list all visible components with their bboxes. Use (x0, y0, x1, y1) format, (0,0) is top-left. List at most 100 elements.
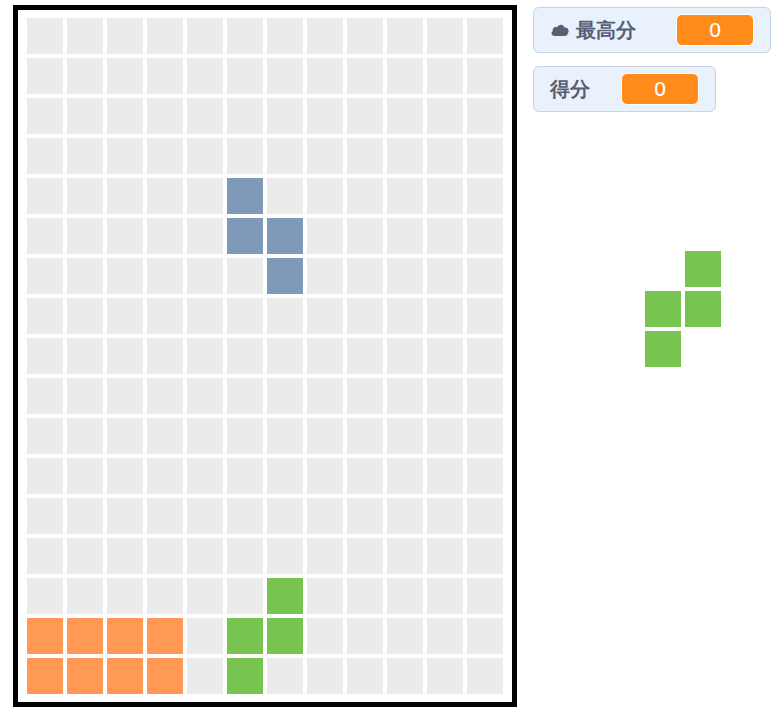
board-cell (187, 18, 223, 54)
board-cell (427, 18, 463, 54)
board-cell (187, 258, 223, 294)
board-cell (147, 98, 183, 134)
board-cell (347, 18, 383, 54)
board-cell (67, 18, 103, 54)
board-cell (187, 298, 223, 334)
board-cell (307, 178, 343, 214)
board-cell (427, 378, 463, 414)
block (67, 618, 103, 654)
board-cell (227, 498, 263, 534)
board-cell (467, 18, 503, 54)
board-cell (467, 98, 503, 134)
game-board (13, 5, 517, 707)
board-cell (147, 498, 183, 534)
board-cell (227, 418, 263, 454)
board-cell (467, 418, 503, 454)
board-cell (187, 418, 223, 454)
board-cell (27, 458, 63, 494)
board-cell (147, 218, 183, 254)
board-cell (107, 58, 143, 94)
board-cell (307, 58, 343, 94)
board-cell (267, 18, 303, 54)
board-cell (387, 618, 423, 654)
board-cell (467, 298, 503, 334)
board-cell (387, 138, 423, 174)
board-cell (307, 378, 343, 414)
block (267, 258, 303, 294)
board-cell (307, 578, 343, 614)
board-cell (427, 618, 463, 654)
board-cell (467, 58, 503, 94)
board-cell (147, 338, 183, 374)
board-cell (147, 178, 183, 214)
board-cell (27, 58, 63, 94)
board-cell (27, 218, 63, 254)
board-cell (267, 658, 303, 694)
board-cell (427, 298, 463, 334)
board-cell (347, 218, 383, 254)
board-cell (67, 498, 103, 534)
board-cell (187, 378, 223, 414)
board-cell (267, 458, 303, 494)
board-cell (27, 498, 63, 534)
board-cell (267, 378, 303, 414)
board-cell (387, 298, 423, 334)
board-cell (187, 498, 223, 534)
score-value: 0 (621, 73, 699, 105)
board-cell (387, 458, 423, 494)
board-cell (467, 178, 503, 214)
board-cell (27, 258, 63, 294)
block (267, 618, 303, 654)
board-cell (187, 578, 223, 614)
board-cell (307, 418, 343, 454)
next-block (645, 331, 681, 367)
board-cell (347, 138, 383, 174)
board-cell (107, 178, 143, 214)
board-cell (427, 418, 463, 454)
block (27, 658, 63, 694)
board-cell (67, 418, 103, 454)
board-cell (107, 98, 143, 134)
board-cell (67, 178, 103, 214)
board-cell (427, 138, 463, 174)
board-cell (307, 538, 343, 574)
board-cell (467, 138, 503, 174)
board-cell (387, 58, 423, 94)
board-cell (27, 338, 63, 374)
board-cell (107, 298, 143, 334)
board-cell (427, 578, 463, 614)
board-cell (227, 578, 263, 614)
board-cell (227, 18, 263, 54)
board-cell (67, 578, 103, 614)
board-cell (307, 338, 343, 374)
board-cell (347, 378, 383, 414)
board-grid (27, 18, 503, 694)
board-cell (307, 458, 343, 494)
board-cell (27, 298, 63, 334)
board-cell (307, 138, 343, 174)
board-cell (427, 498, 463, 534)
board-cell (187, 658, 223, 694)
board-cell (387, 578, 423, 614)
board-cell (67, 298, 103, 334)
block (147, 618, 183, 654)
board-cell (147, 18, 183, 54)
board-cell (387, 18, 423, 54)
board-cell (107, 218, 143, 254)
block (227, 618, 263, 654)
board-cell (147, 418, 183, 454)
board-cell (267, 298, 303, 334)
board-cell (67, 338, 103, 374)
board-cell (27, 418, 63, 454)
board-cell (347, 258, 383, 294)
board-cell (187, 58, 223, 94)
next-block (645, 291, 681, 327)
board-cell (427, 218, 463, 254)
board-cell (107, 18, 143, 54)
board-cell (227, 458, 263, 494)
high-score-text: 最高分 (576, 17, 636, 44)
board-cell (267, 338, 303, 374)
board-cell (347, 178, 383, 214)
board-cell (347, 58, 383, 94)
board-cell (107, 258, 143, 294)
